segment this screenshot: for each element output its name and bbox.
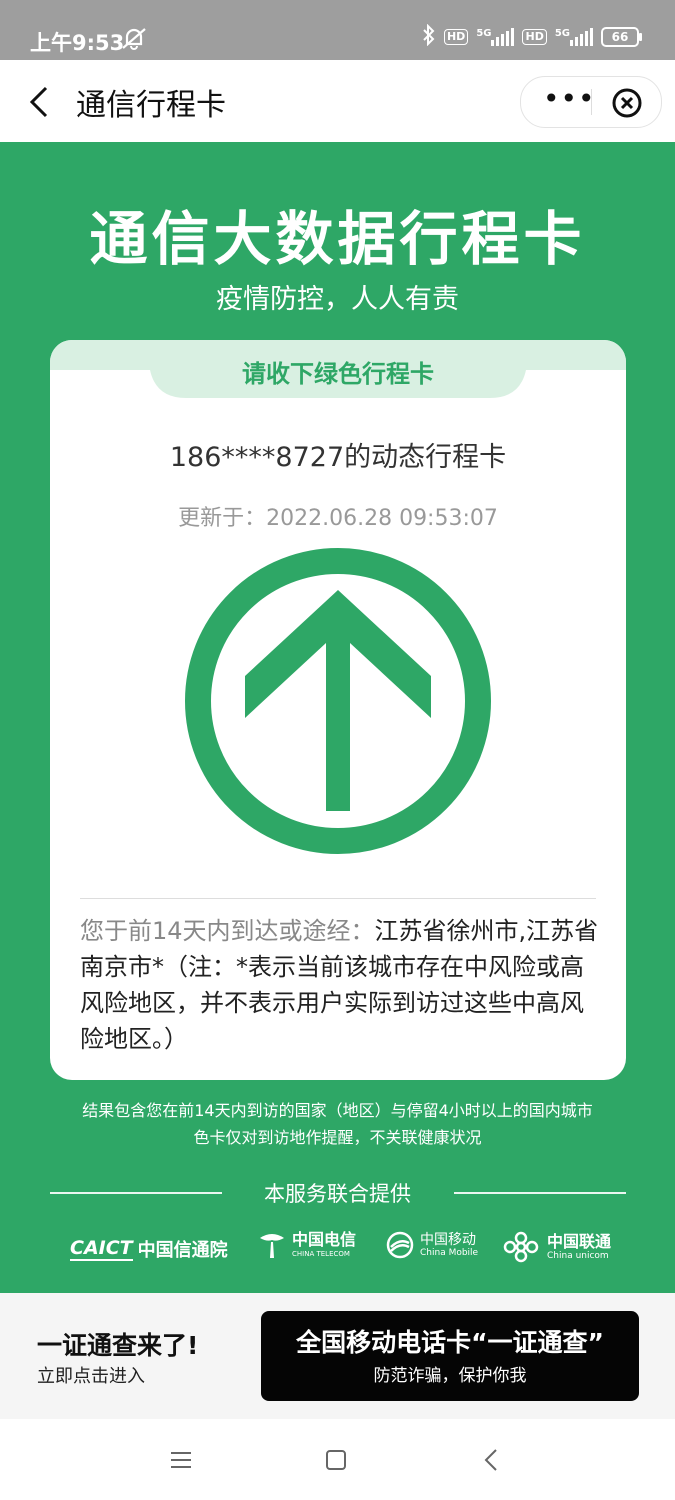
note-line-2: 色卡仅对到访地作提醒，不关联健康状况 (193, 1128, 482, 1147)
note-line-1: 结果包含您在前14天内到访的国家（地区）与停留4小时以上的国内城市 (82, 1101, 593, 1120)
china-telecom-logo: 中国电信 CHINA TELECOM (257, 1230, 356, 1260)
telecom-name: 中国电信 (292, 1230, 357, 1249)
provider-logos: CAICT 中国信通院 中国电信 CHINA TELECOM 中国移动 Chin… (0, 1228, 675, 1268)
unicom-knot-icon (503, 1231, 539, 1263)
status-time: 上午9:53 (30, 31, 125, 55)
visited-cities: 您于前14天内到达或途经：江苏省徐州市,江苏省南京市*（注：*表示当前该城市存在… (80, 913, 600, 1057)
promo-banner[interactable]: 一证通查来了! 立即点击进入 全国移动电话卡“一证通查” 防范诈骗，保护你我 (0, 1293, 675, 1419)
header-subtitle: 疫情防控，人人有责 (216, 284, 459, 315)
signal-icon (491, 27, 515, 46)
promo-ad-box[interactable]: 全国移动电话卡“一证通查” 防范诈骗，保护你我 (261, 1311, 639, 1401)
system-nav-bar (0, 1419, 675, 1500)
hd-badge-2: HD (522, 28, 547, 45)
bluetooth-icon (422, 23, 436, 49)
close-circle-icon[interactable] (611, 87, 643, 123)
visited-label: 您于前14天内到达或途经： (80, 917, 375, 945)
home-icon[interactable] (325, 1449, 347, 1475)
page-title: 通信行程卡 (76, 88, 226, 123)
promo-ad-subtitle: 防范诈骗，保护你我 (373, 1366, 527, 1386)
updated-time: 更新于：2022.06.28 09:53:07 (178, 506, 498, 531)
chevron-left-icon[interactable] (28, 86, 50, 122)
mobile-icon (386, 1231, 414, 1259)
green-arrow-up-icon (185, 548, 491, 858)
phone-card-title: 186****8727的动态行程卡 (169, 442, 507, 473)
mute-bell-icon (120, 26, 148, 54)
card-divider (80, 898, 596, 899)
mini-program-capsule: ••• (520, 76, 662, 128)
unicom-sub: China unicom (547, 1250, 609, 1261)
battery-level: 66 (611, 29, 629, 44)
telecom-icon (260, 1234, 284, 1258)
nav-bar: 通信行程卡 ••• (0, 60, 675, 142)
network-type-2: 5G (554, 27, 570, 39)
trip-card: 请收下绿色行程卡 186****8727的动态行程卡 更新于：2022.06.2… (50, 340, 626, 1080)
provider-line-right (454, 1192, 626, 1194)
promo-subtitle: 立即点击进入 (37, 1366, 145, 1387)
signal-icon (570, 27, 593, 46)
capsule-divider (591, 89, 592, 115)
china-mobile-logo: 中国移动 China Mobile (385, 1230, 478, 1260)
hd-badge-1: HD (443, 28, 469, 45)
caict-name: 中国信通院 (137, 1240, 228, 1261)
back-icon[interactable] (483, 1448, 499, 1476)
caict-logo: CAICT 中国信通院 (70, 1236, 228, 1262)
card-tab-label: 请收下绿色行程卡 (242, 360, 434, 388)
menu-icon[interactable] (170, 1451, 192, 1473)
caict-mark: CAICT (70, 1237, 133, 1261)
network-type-1: 5G (476, 27, 492, 39)
header-title: 通信大数据行程卡 (89, 205, 586, 273)
promo-title: 一证通查来了! (37, 1331, 199, 1360)
china-unicom-logo: 中国联通 China unicom (500, 1230, 611, 1264)
more-icon[interactable]: ••• (543, 81, 596, 117)
status-bar: 上午9:53 HD 5G HD 5G 66 (0, 0, 675, 60)
telecom-sub: CHINA TELECOM (292, 1250, 350, 1258)
mobile-name: 中国移动 (420, 1231, 476, 1248)
promo-ad-title: 全国移动电话卡“一证通查” (296, 1328, 604, 1357)
mobile-sub: China Mobile (420, 1247, 479, 1258)
unicom-name: 中国联通 (547, 1231, 612, 1251)
battery-icon: 66 (601, 26, 642, 47)
